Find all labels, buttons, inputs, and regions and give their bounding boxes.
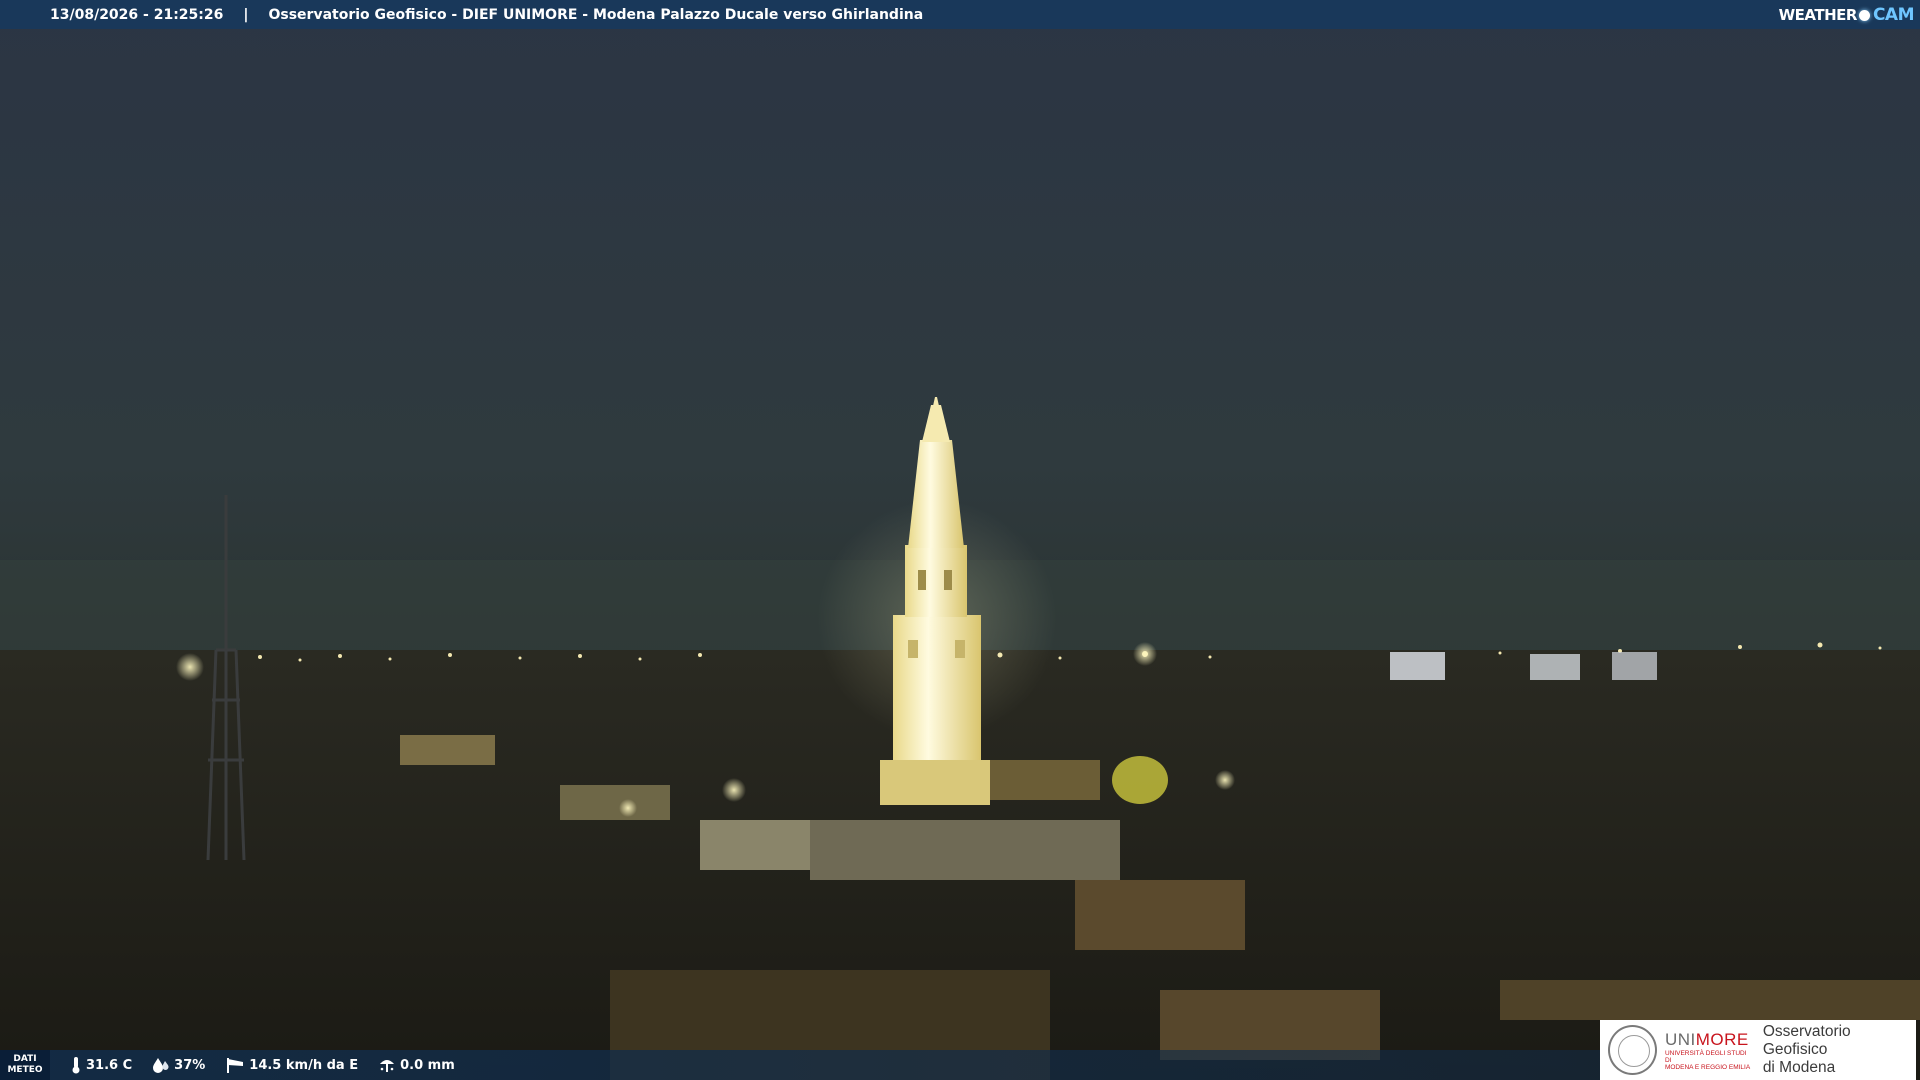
header-bar: 13/08/2026 - 21:25:26 | Osservatorio Geo… [0,0,1920,29]
camera-title: Osservatorio Geofisico - DIEF UNIMORE - … [268,6,924,23]
unimore-seal-icon [1608,1025,1657,1075]
unimore-subtitle-1: UNIVERSITÀ DEGLI STUDI DI [1664,1049,1747,1064]
wind-sock-icon [227,1058,244,1073]
wind-metric: 14.5 km/h da E [225,1056,358,1074]
humidity-drop-icon [153,1058,169,1073]
street-light [1215,770,1235,790]
brand-weather: WEATHER [1778,6,1858,24]
street-light [176,653,204,681]
observatory-line-2: di Modena [1762,1059,1836,1076]
lit-building [810,820,1120,880]
dati-meteo-label: DATI METEO [0,1050,50,1080]
webcam-image [0,0,1920,1080]
rain-metric: 0.0 mm [378,1056,455,1074]
lit-tree [1112,756,1168,804]
lit-building [985,760,1100,800]
humidity-metric: 37% [152,1057,205,1073]
street-light [1133,642,1157,666]
lit-building [560,785,670,820]
brand-dot-icon [1858,9,1870,21]
lit-building [1075,880,1245,950]
meteo-label: METEO [7,1065,43,1075]
observatory-name: Osservatorio Geofisico di Modena [1763,1023,1916,1077]
brand-cam: CAM [1872,5,1915,25]
unimore-logo-box: UNIMORE UNIVERSITÀ DEGLI STUDI DI MODENA… [1600,1020,1916,1080]
observatory-line-1: Osservatorio Geofisico [1762,1023,1851,1058]
lit-building [700,820,810,870]
temperature-value: 31.6 C [86,1057,133,1073]
wind-value: 14.5 km/h da E [249,1057,359,1073]
humidity-value: 37% [174,1057,206,1073]
lit-building [400,735,495,765]
distant-building [1530,654,1580,680]
separator: | [243,6,249,23]
street-light [619,799,637,817]
dati-label: DATI [13,1054,37,1064]
unimore-name-red: MORE [1695,1029,1749,1049]
distant-building [1612,652,1657,680]
rain-gauge-icon [380,1060,395,1072]
thermometer-icon [72,1057,80,1074]
timestamp: 13/08/2026 - 21:25:26 [50,6,224,23]
unimore-name-gray: UNI [1664,1029,1696,1049]
distant-building [1390,652,1445,680]
weathercam-logo: WEATHER CAM [1778,3,1915,27]
unimore-subtitle-2: MODENA E REGGIO EMILIA [1664,1063,1751,1071]
lit-building [1500,980,1920,1020]
seal-inner-ring [1618,1035,1650,1067]
unimore-name: UNIMORE [1665,1030,1753,1050]
street-light [722,778,746,802]
rain-value: 0.0 mm [400,1057,455,1073]
temperature-metric: 31.6 C [70,1056,132,1074]
weather-data-bar: DATI METEO 31.6 C 37% 14.5 km/h da E 0.0… [0,1050,1600,1080]
unimore-wordmark: UNIMORE UNIVERSITÀ DEGLI STUDI DI MODENA… [1665,1030,1753,1071]
